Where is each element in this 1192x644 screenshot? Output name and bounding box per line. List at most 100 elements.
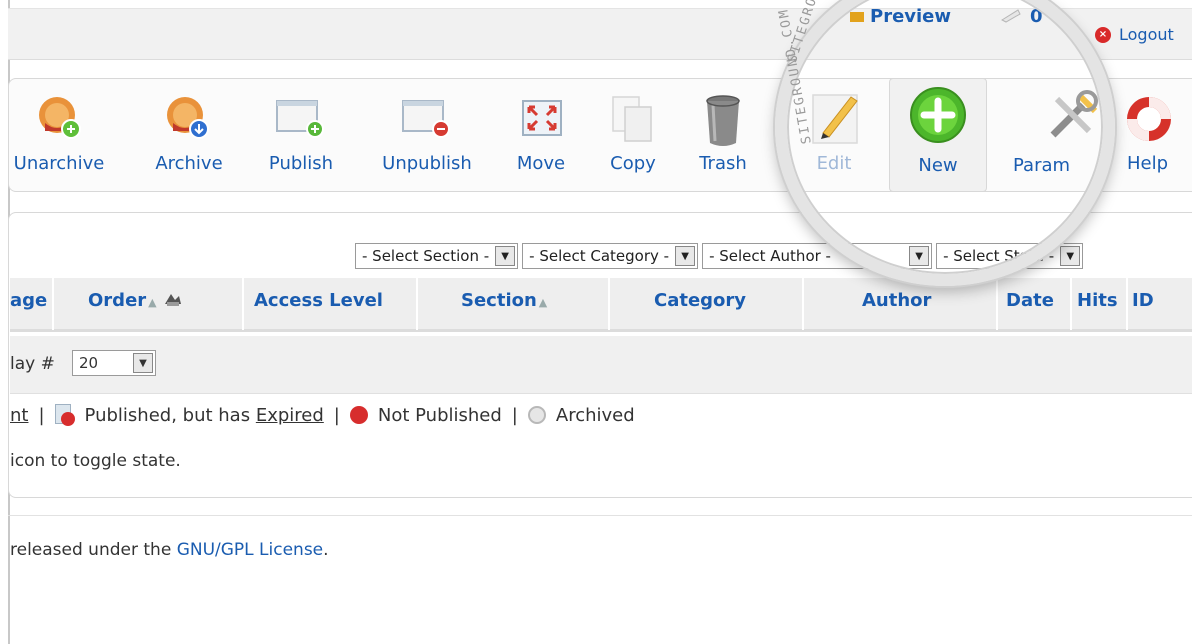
legend-separator: |	[333, 404, 340, 426]
column-header-access-level[interactable]: Access Level	[254, 290, 383, 311]
column-header-section[interactable]: Section ▲	[461, 290, 547, 311]
status-legend: nt | Published, but has Expired | Not Pu…	[10, 404, 635, 426]
category-filter-select[interactable]: - Select Category - ▼	[522, 243, 699, 269]
pagination-footer: lay # 20 ▼	[10, 336, 1192, 394]
footer-text: released under the	[10, 540, 172, 560]
toggle-state-hint: icon to toggle state.	[10, 451, 181, 471]
column-header-date[interactable]: Date	[1006, 290, 1054, 311]
archive-label: Archive	[155, 153, 223, 174]
filter-bar: - Select Section - ▼ - Select Category -…	[355, 243, 1084, 269]
column-divider	[416, 278, 418, 330]
copy-label: Copy	[610, 153, 656, 174]
chevron-down-icon: ▼	[1060, 246, 1081, 266]
preview-label: Preview	[870, 6, 952, 27]
column-header-id[interactable]: ID	[1132, 290, 1154, 311]
publish-button[interactable]: Publish	[259, 79, 343, 191]
help-button[interactable]: Help	[1119, 79, 1179, 191]
logout-label: Logout	[1119, 25, 1174, 44]
messages-link[interactable]: 0	[1000, 6, 1043, 27]
unpublish-icon	[402, 100, 450, 138]
legend-current-link: nt	[10, 404, 29, 426]
parameters-button[interactable]: Param	[1009, 79, 1109, 191]
chevron-down-icon: ▼	[675, 246, 696, 266]
messages-icon	[1000, 9, 1021, 23]
legend-separator: |	[38, 404, 45, 426]
footer-period: .	[323, 540, 329, 560]
state-filter-select[interactable]: - Select State - ▼	[936, 243, 1084, 269]
display-number-label: lay #	[10, 354, 55, 374]
section-filter-value: - Select Section -	[362, 247, 490, 265]
new-icon	[910, 87, 966, 143]
column-header-order[interactable]: Order ▲	[88, 290, 183, 311]
author-filter-select[interactable]: - Select Author - ▼	[702, 243, 933, 269]
new-label: New	[918, 155, 958, 176]
column-divider	[242, 278, 244, 330]
help-icon	[1127, 97, 1171, 141]
category-filter-value: - Select Category -	[529, 247, 670, 265]
sort-up-icon: ▲	[538, 296, 548, 309]
column-divider	[608, 278, 610, 330]
legend-archived-text: Archived	[555, 404, 635, 426]
edit-label: Edit	[816, 153, 852, 174]
archived-icon	[527, 406, 546, 424]
column-divider	[1126, 278, 1128, 330]
column-header-category[interactable]: Category	[654, 290, 746, 311]
license-footer: released under the GNU/GPL License.	[10, 540, 329, 560]
trash-icon	[706, 95, 740, 146]
logout-link[interactable]: × Logout	[1095, 25, 1174, 44]
column-divider	[52, 278, 54, 330]
expired-icon	[54, 404, 77, 426]
chevron-down-icon: ▼	[133, 353, 153, 373]
state-filter-value: - Select State -	[943, 247, 1055, 265]
legend-separator: |	[511, 404, 518, 426]
author-filter-value: - Select Author -	[709, 247, 831, 265]
legend-not-published-text: Not Published	[377, 404, 502, 426]
move-button[interactable]: Move	[509, 79, 573, 191]
chevron-down-icon: ▼	[495, 246, 516, 266]
unpublish-label: Unpublish	[382, 153, 472, 174]
section-filter-select[interactable]: - Select Section - ▼	[355, 243, 519, 269]
display-number-value: 20	[79, 354, 99, 372]
trash-label: Trash	[699, 153, 747, 174]
gpl-license-link[interactable]: GNU/GPL License	[177, 540, 323, 560]
column-header-page[interactable]: age	[10, 290, 47, 311]
table-header-row: age Order ▲ Access Level Section ▲ Categor…	[10, 278, 1192, 332]
parameters-icon	[1050, 90, 1098, 138]
preview-link[interactable]: Preview	[850, 6, 951, 27]
save-order-icon[interactable]	[163, 290, 183, 308]
footer-divider	[8, 515, 1192, 516]
archive-button[interactable]: Archive	[149, 79, 229, 191]
sort-up-icon: ▲	[148, 296, 157, 309]
column-divider	[996, 278, 998, 330]
legend-expired-text: Published, but has	[84, 404, 251, 426]
publish-label: Publish	[268, 153, 334, 174]
help-label: Help	[1127, 153, 1169, 174]
move-icon	[522, 100, 562, 136]
column-header-author[interactable]: Author	[862, 290, 931, 311]
unarchive-icon	[39, 97, 81, 139]
preview-icon	[850, 12, 864, 22]
unarchive-label: Unarchive	[13, 153, 105, 174]
legend-expired-label: Expired	[255, 404, 324, 426]
toolbar: Unarchive Archive Publish Unpublish Move…	[8, 78, 1192, 192]
display-number-select[interactable]: 20 ▼	[72, 350, 156, 376]
copy-button[interactable]: Copy	[601, 79, 665, 191]
chevron-down-icon: ▼	[909, 246, 930, 266]
not-published-icon	[349, 406, 368, 424]
screenshot-stage: Preview 0 × Logout Unarchive Archive Pub…	[0, 0, 1192, 644]
trash-button[interactable]: Trash	[691, 79, 755, 191]
section-header-label: Section	[461, 290, 537, 311]
order-header-label: Order	[88, 290, 147, 311]
column-divider	[802, 278, 804, 330]
unarchive-button[interactable]: Unarchive	[9, 79, 109, 191]
archive-icon	[167, 97, 209, 139]
logout-icon: ×	[1095, 26, 1111, 43]
new-button[interactable]: New	[889, 78, 987, 192]
messages-count: 0	[1030, 6, 1043, 27]
parameters-label: Param	[1013, 155, 1071, 176]
publish-icon	[276, 100, 324, 138]
copy-icon	[612, 96, 652, 142]
column-divider	[1070, 278, 1072, 330]
column-header-hits[interactable]: Hits	[1077, 290, 1118, 311]
unpublish-button[interactable]: Unpublish	[375, 79, 479, 191]
